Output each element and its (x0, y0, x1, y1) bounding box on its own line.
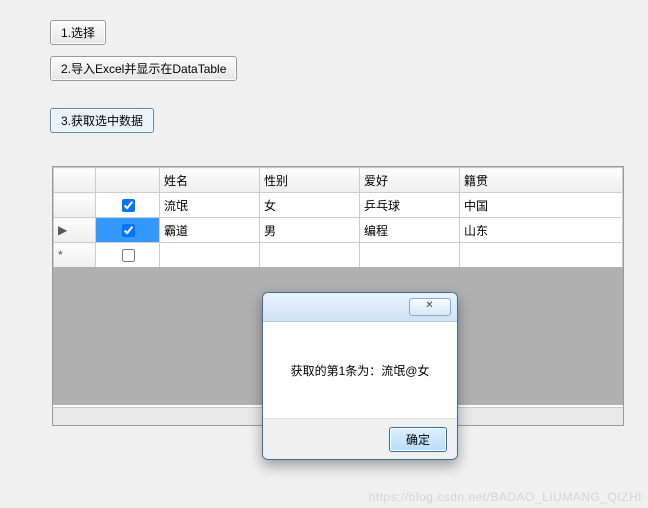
import-excel-button[interactable]: 2.导入Excel并显示在DataTable (50, 56, 237, 81)
get-selected-button[interactable]: 3.获取选中数据 (50, 108, 154, 133)
message-dialog: ✕ 获取的第1条为：流氓@女 确定 (262, 292, 458, 460)
table-row[interactable]: ▶ 霸道 男 编程 山东 (54, 218, 623, 243)
row-checkbox[interactable] (122, 224, 135, 237)
grid-header-checkbox[interactable] (96, 168, 160, 193)
cell-origin[interactable]: 中国 (460, 193, 623, 218)
dialog-body: 获取的第1条为：流氓@女 (263, 321, 457, 419)
row-checkbox[interactable] (122, 199, 135, 212)
cell-gender[interactable]: 男 (260, 218, 360, 243)
table-row[interactable]: 流氓 女 乒乓球 中国 (54, 193, 623, 218)
ok-button[interactable]: 确定 (389, 427, 447, 452)
cell-name[interactable]: 霸道 (160, 218, 260, 243)
grid-header-gender[interactable]: 性别 (260, 168, 360, 193)
select-button[interactable]: 1.选择 (50, 20, 106, 45)
row-indicator (54, 193, 96, 218)
grid-header-hobby[interactable]: 爱好 (360, 168, 460, 193)
row-checkbox-cell[interactable] (96, 243, 160, 268)
cell-gender[interactable] (260, 243, 360, 268)
close-icon[interactable]: ✕ (409, 298, 451, 316)
dialog-titlebar[interactable]: ✕ (263, 293, 457, 322)
dialog-footer: 确定 (263, 418, 457, 459)
cell-hobby[interactable]: 乒乓球 (360, 193, 460, 218)
cell-hobby[interactable] (360, 243, 460, 268)
dialog-message: 获取的第1条为：流氓@女 (291, 362, 430, 379)
row-checkbox-cell[interactable] (96, 193, 160, 218)
cell-name[interactable]: 流氓 (160, 193, 260, 218)
grid-header-rowhead (54, 168, 96, 193)
cell-gender[interactable]: 女 (260, 193, 360, 218)
cell-name[interactable] (160, 243, 260, 268)
grid-header-name[interactable]: 姓名 (160, 168, 260, 193)
cell-origin[interactable] (460, 243, 623, 268)
cell-hobby[interactable]: 编程 (360, 218, 460, 243)
table-row[interactable]: * (54, 243, 623, 268)
cell-origin[interactable]: 山东 (460, 218, 623, 243)
row-checkbox[interactable] (122, 249, 135, 262)
grid-header-origin[interactable]: 籍贯 (460, 168, 623, 193)
row-indicator: * (54, 243, 96, 268)
grid-header-row: 姓名 性别 爱好 籍贯 (54, 168, 623, 193)
watermark: https://blog.csdn.net/BADAO_LIUMANG_QIZH… (369, 490, 642, 504)
grid-table: 姓名 性别 爱好 籍贯 流氓 女 乒乓球 中国 ▶ 霸 (53, 167, 623, 268)
row-indicator: ▶ (54, 218, 96, 243)
row-checkbox-cell[interactable] (96, 218, 160, 243)
